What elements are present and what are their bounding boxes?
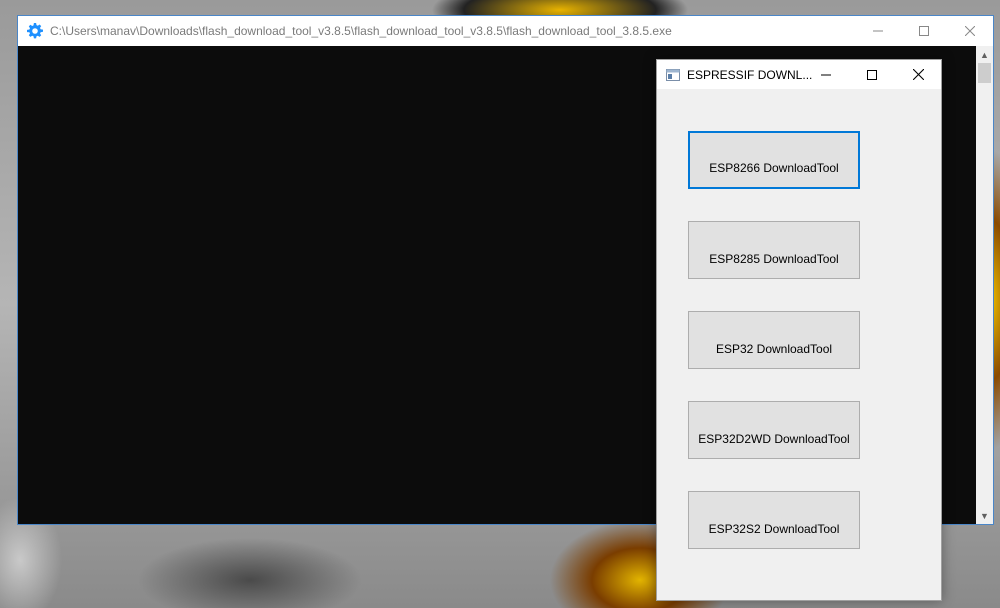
dialog-maximize-button[interactable] <box>849 60 895 89</box>
gear-icon <box>26 22 44 40</box>
console-maximize-button[interactable] <box>901 16 947 46</box>
esp8285-downloadtool-button[interactable]: ESP8285 DownloadTool <box>688 221 860 279</box>
console-scrollbar[interactable]: ▲ ▼ <box>976 46 993 524</box>
scroll-up-icon[interactable]: ▲ <box>976 46 993 63</box>
minimize-icon <box>821 74 831 75</box>
console-titlebar[interactable]: C:\Users\manav\Downloads\flash_download_… <box>18 16 993 46</box>
close-icon <box>965 26 975 36</box>
console-title: C:\Users\manav\Downloads\flash_download_… <box>50 24 672 38</box>
dialog-titlebar[interactable]: ESPRESSIF DOWNL... <box>657 60 941 89</box>
dialog-title: ESPRESSIF DOWNL... <box>687 67 813 82</box>
esp32d2wd-downloadtool-button[interactable]: ESP32D2WD DownloadTool <box>688 401 860 459</box>
espressif-dialog[interactable]: ESPRESSIF DOWNL... ESP8266 DownloadTool … <box>656 59 942 601</box>
scrollbar-thumb[interactable] <box>978 63 991 83</box>
scroll-down-icon[interactable]: ▼ <box>976 507 993 524</box>
dialog-close-button[interactable] <box>895 60 941 89</box>
console-minimize-button[interactable] <box>855 16 901 46</box>
close-icon <box>912 69 924 80</box>
maximize-icon <box>919 26 929 36</box>
dialog-minimize-button[interactable] <box>803 60 849 89</box>
maximize-icon <box>867 69 877 80</box>
esp8266-downloadtool-button[interactable]: ESP8266 DownloadTool <box>688 131 860 189</box>
esp32s2-downloadtool-button[interactable]: ESP32S2 DownloadTool <box>688 491 860 549</box>
console-close-button[interactable] <box>947 16 993 46</box>
window-app-icon <box>666 68 680 81</box>
esp32-downloadtool-button[interactable]: ESP32 DownloadTool <box>688 311 860 369</box>
minimize-icon <box>873 30 883 32</box>
